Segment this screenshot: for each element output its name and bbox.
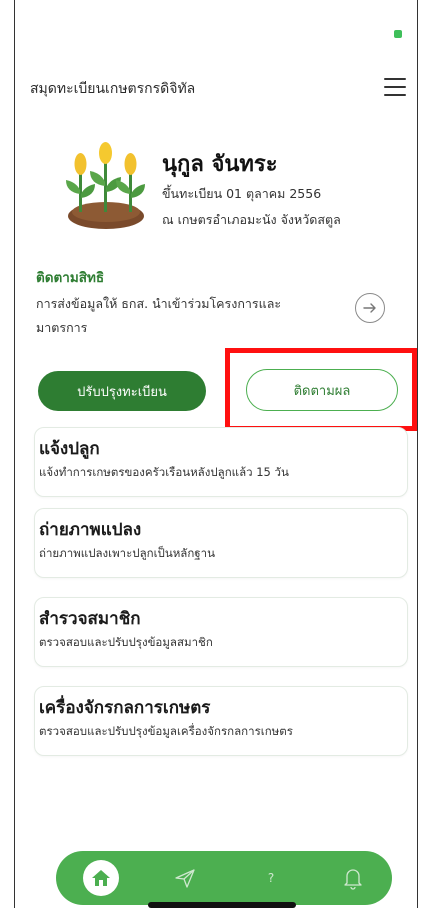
card-subtitle: ถ่ายภาพแปลงเพาะปลูกเป็นหลักฐาน [39, 546, 215, 560]
status-indicator [394, 30, 402, 38]
card-agri-machinery[interactable]: เครื่องจักรกลการเกษตร ตรวจสอบและปรับปรุง… [34, 686, 408, 756]
card-planting-report[interactable]: แจ้งปลูก แจ้งทำการเกษตรของครัวเรือนหลังป… [34, 427, 408, 497]
card-title: เครื่องจักรกลการเกษตร [39, 698, 211, 718]
registration-location: ณ เกษตรอำเภอมะนัง จังหวัดสตูล [162, 212, 341, 227]
send-icon[interactable] [173, 866, 197, 890]
card-title: แจ้งปลูก [39, 439, 100, 459]
tracking-description: การส่งข้อมูลให้ ธกส. นำเข้าร่วมโครงการแล… [36, 296, 282, 335]
card-title: ถ่ายภาพแปลง [39, 520, 142, 540]
tracking-title: ติดตามสิทธิ [36, 270, 105, 286]
farmer-name: นุกูล จันทระ [162, 152, 278, 177]
app-title: สมุดทะเบียนเกษตรกรดิจิทัล [30, 81, 196, 97]
update-registration-button[interactable]: ปรับปรุงทะเบียน [38, 371, 206, 411]
card-subtitle: ตรวจสอบและปรับปรุงข้อมูลสมาชิก [39, 635, 213, 649]
bell-icon[interactable] [341, 865, 365, 891]
card-subtitle: ตรวจสอบและปรับปรุงข้อมูลเครื่องจักรกลการ… [39, 724, 293, 738]
card-title: สำรวจสมาชิก [39, 609, 141, 629]
card-member-survey[interactable]: สำรวจสมาชิก ตรวจสอบและปรับปรุงข้อมูลสมาช… [34, 597, 408, 667]
farm-crop-illustration-icon [66, 142, 145, 229]
home-icon[interactable] [83, 860, 119, 896]
card-subtitle: แจ้งทำการเกษตรของครัวเรือนหลังปลูกแล้ว 1… [39, 465, 289, 479]
bottom-navigation: ? [56, 851, 392, 905]
card-plot-photo[interactable]: ถ่ายภาพแปลง ถ่ายภาพแปลงเพาะปลูกเป็นหลักฐ… [34, 508, 408, 578]
help-icon[interactable]: ? [259, 866, 283, 890]
hamburger-menu-icon[interactable] [384, 78, 406, 96]
highlight-annotation-box [225, 348, 417, 431]
arrow-right-icon[interactable] [355, 293, 385, 323]
registration-date: ขึ้นทะเบียน 01 ตุลาคม 2556 [162, 186, 322, 201]
home-indicator [148, 902, 296, 908]
